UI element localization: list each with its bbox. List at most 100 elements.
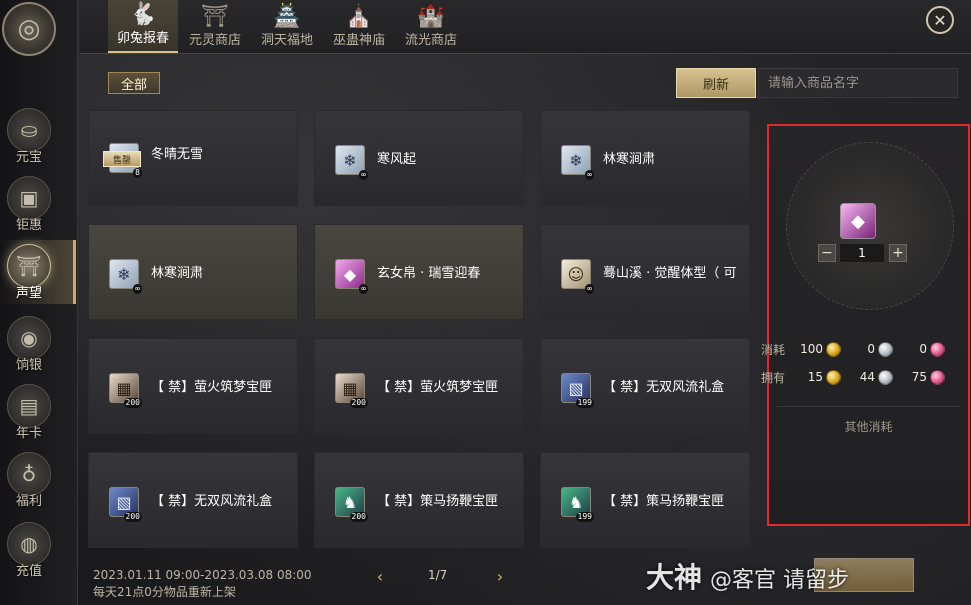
item-card[interactable]: ▦ 200 【 禁】萤火筑梦宝匣: [88, 338, 298, 434]
item-card[interactable]: ♞ 200 【 禁】策马扬鞭宝匣: [314, 452, 524, 548]
page-indicator: 1/7: [428, 568, 448, 582]
item-name: 寒风起: [377, 152, 417, 167]
rail-item-label: 声望: [15, 286, 42, 301]
tab-maotu-baochun[interactable]: 🐇 卯兔报春: [108, 0, 178, 53]
own-row: 拥有 15 44 75: [761, 368, 957, 386]
item-name: 【 禁】萤火筑梦宝匣: [377, 380, 499, 395]
tab-label: 卯兔报春: [116, 31, 169, 46]
tab-liuguang-shop[interactable]: 🏰 流光商店: [396, 0, 466, 53]
item-card[interactable]: ▧ 199 【 禁】无双风流礼盒: [540, 338, 750, 434]
rail-item-label: 饷银: [15, 358, 42, 373]
coin-emblem-icon[interactable]: ◎: [2, 2, 56, 56]
item-name: 玄女帛 · 瑞雪迎春: [377, 266, 481, 281]
own-gold-value: 15: [807, 370, 823, 384]
chevron-left-icon: ‹: [376, 566, 384, 586]
own-label: 拥有: [761, 370, 786, 385]
stock-badge: 200: [123, 512, 142, 522]
watermark-handle: @客官 请留步: [710, 568, 850, 593]
sold-out-badge: 售罄: [103, 151, 141, 167]
search-input[interactable]: [758, 68, 958, 98]
quantity-field[interactable]: [839, 243, 885, 263]
rail-item-shengwang[interactable]: ⛩ 声望: [4, 244, 54, 306]
cost-pink-value: 0: [919, 342, 927, 356]
cost-gold-value: 100: [800, 342, 823, 356]
restock-note: 每天21点0分物品重新上架: [93, 585, 236, 599]
tab-yuanling-shop[interactable]: ⛩ 元灵商店: [180, 0, 250, 53]
tab-label: 洞天福地: [260, 33, 313, 48]
rail-item-label: 钜惠: [15, 218, 42, 233]
item-card[interactable]: ☺ ∞ 蓦山溪 · 觉醒体型（ 可: [540, 224, 750, 320]
gift-box-icon: ▧ 200: [109, 487, 142, 522]
stock-badge: 200: [123, 398, 142, 408]
rail-item-xiangyin[interactable]: ◉ 饷银: [4, 316, 54, 378]
close-icon: ✕: [933, 10, 947, 30]
rail-item-chongzhi[interactable]: ◍ 充值: [4, 522, 54, 584]
rail-item-fuli[interactable]: ♁ 福利: [4, 452, 54, 514]
stock-badge: ∞: [359, 170, 368, 180]
item-card[interactable]: ▧ 200 【 禁】无双风流礼盒: [88, 452, 298, 548]
item-name: 林寒涧肃: [151, 266, 204, 281]
stock-badge: 8: [133, 168, 142, 178]
stock-badge: ∞: [585, 284, 594, 294]
palace-icon: 🏯: [273, 4, 301, 29]
rail-item-juhui[interactable]: ▣ 钜惠: [4, 176, 54, 238]
cost-label: 消耗: [761, 342, 786, 357]
stock-badge: 200: [349, 398, 368, 408]
pink-coin-icon: [930, 369, 945, 385]
item-card[interactable]: ❄ ∞ 林寒涧肃: [540, 110, 750, 206]
item-name: 冬晴无雪: [151, 147, 204, 162]
rabbit-icon: 🐇: [129, 2, 157, 27]
item-card[interactable]: ▦ 200 【 禁】萤火筑梦宝匣: [314, 338, 524, 434]
silk-bolt-icon: ◆ ∞: [335, 259, 368, 294]
tab-label: 巫蛊神庙: [332, 33, 385, 48]
tab-wugu-temple[interactable]: ⛪ 巫蛊神庙: [324, 0, 394, 53]
stock-badge: 199: [575, 512, 594, 522]
watermark-brand: 大神: [646, 561, 703, 594]
quantity-decrease-button[interactable]: −: [818, 244, 836, 262]
temple-icon: ⛪: [345, 4, 373, 29]
item-card[interactable]: ❄8 售罄 冬晴无雪: [88, 110, 298, 206]
stock-badge: ∞: [133, 284, 142, 294]
item-card[interactable]: ❄ ∞ 林寒涧肃: [88, 224, 298, 320]
stock-badge: 200: [349, 512, 368, 522]
rail-item-yuanbao[interactable]: ⛀ 元宝: [4, 108, 54, 170]
other-cost-link[interactable]: 其他消耗: [769, 418, 968, 435]
divider: [777, 406, 961, 407]
tab-dongtian-fudi[interactable]: 🏯 洞天福地: [252, 0, 322, 53]
treasure-box-icon: ▦ 200: [109, 373, 142, 408]
left-rail: ◎ ⛀ 元宝 ▣ 钜惠 ⛩ 声望 ◉ 饷银 ▤ 年卡 ♁ 福利 ◍ 充值: [0, 0, 78, 605]
rail-item-nianka[interactable]: ▤ 年卡: [4, 384, 54, 446]
rail-item-label: 福利: [15, 494, 42, 509]
own-silver-value: 44: [859, 370, 875, 384]
rail-item-label: 年卡: [15, 426, 42, 441]
item-card[interactable]: ❄ ∞ 寒风起: [314, 110, 524, 206]
silver-coin-icon: [878, 369, 893, 385]
gold-coin-icon: [826, 341, 841, 357]
tab-label: 元灵商店: [188, 33, 241, 48]
item-card-selected[interactable]: ◆ ∞ 玄女帛 · 瑞雪迎春: [314, 224, 524, 320]
filter-all-button[interactable]: 全部: [108, 72, 160, 94]
refresh-button[interactable]: 刷新: [676, 68, 756, 98]
silver-coin-icon: [878, 341, 893, 357]
silk-bolt-icon: ◆: [840, 203, 876, 239]
item-name: 【 禁】萤火筑梦宝匣: [151, 380, 273, 395]
close-button[interactable]: ✕: [926, 6, 954, 34]
stock-badge: ∞: [359, 284, 368, 294]
watermark: 大神 @客官 请留步: [646, 556, 849, 596]
stock-badge: 199: [575, 398, 594, 408]
stock-badge: ∞: [585, 170, 594, 180]
item-name: 【 禁】无双风流礼盒: [603, 380, 725, 395]
item-name: 【 禁】无双风流礼盒: [151, 494, 273, 509]
item-name: 【 禁】策马扬鞭宝匣: [377, 494, 499, 509]
chevron-right-icon: ›: [496, 566, 504, 586]
cost-silver-value: 0: [867, 342, 875, 356]
sale-period: 2023.01.11 09:00-2023.03.08 08:00: [93, 568, 312, 582]
item-card[interactable]: ♞ 199 【 禁】策马扬鞭宝匣: [540, 452, 750, 548]
pagoda-icon: 🏰: [417, 4, 445, 29]
own-pink-value: 75: [911, 370, 927, 384]
character-icon: ☺ ∞: [561, 259, 594, 294]
quantity-increase-button[interactable]: +: [889, 244, 907, 262]
page-next-button[interactable]: ›: [492, 566, 508, 586]
page-prev-button[interactable]: ‹: [372, 566, 388, 586]
item-name: 【 禁】策马扬鞭宝匣: [603, 494, 725, 509]
